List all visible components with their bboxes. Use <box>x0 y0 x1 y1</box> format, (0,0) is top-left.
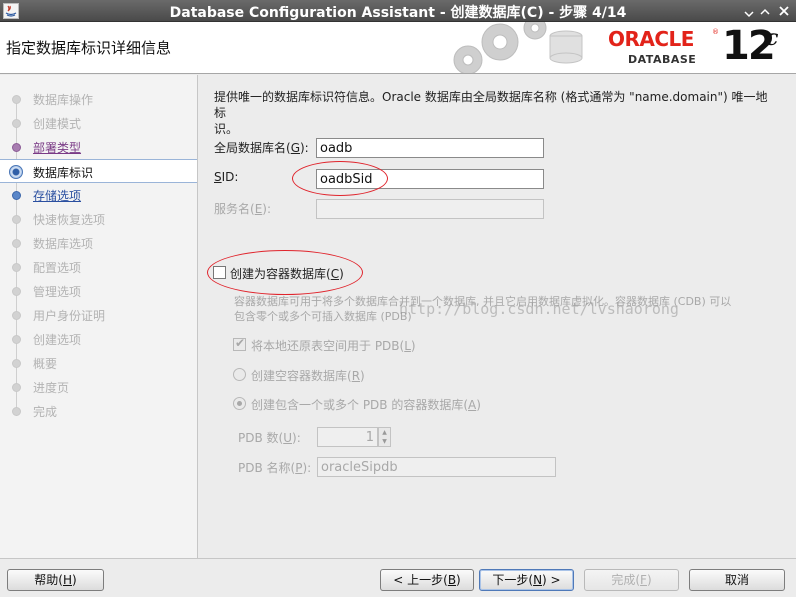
pdb-name-label: PDB 名称(P): <box>238 461 312 475</box>
service-name-input[interactable] <box>316 199 544 219</box>
step-indicator-icon <box>12 143 21 152</box>
window-title: Database Configuration Assistant - 创建数据库… <box>169 5 627 21</box>
nav-step-4[interactable]: 数据库标识 <box>0 159 197 183</box>
spinner-up-icon[interactable]: ▲ <box>379 428 390 437</box>
nav-step-label: 创建模式 <box>33 117 82 131</box>
registered-mark: ® <box>712 28 719 36</box>
version-suffix: c <box>765 25 779 51</box>
intro-line-2: 识。 <box>214 122 239 136</box>
oracle-database-caption: DATABASE <box>628 53 697 66</box>
nav-step-2: 创建模式 <box>0 111 197 135</box>
cdb-with-pdb-label[interactable]: 创建包含一个或多个 PDB 的容器数据库(A) <box>251 396 481 413</box>
blog-watermark: http://blog.csdn.net/lvshaorong <box>399 300 679 318</box>
sid-input[interactable]: oadbSid <box>316 169 544 189</box>
step-indicator-icon <box>12 263 21 272</box>
intro-text: 提供唯一的数据库标识符信息。Oracle 数据库由全局数据库名称 (格式通常为 … <box>214 89 779 137</box>
nav-step-7: 数据库选项 <box>0 231 197 255</box>
step-indicator-icon <box>12 239 21 248</box>
next-button[interactable]: 下一步(N) > <box>479 569 574 591</box>
step-indicator-icon <box>12 359 21 368</box>
finish-button[interactable]: 完成(F) <box>584 569 679 591</box>
cancel-button[interactable]: 取消 <box>689 569 785 591</box>
help-button[interactable]: 帮助(H) <box>7 569 104 591</box>
step-indicator-icon <box>9 165 23 179</box>
nav-step-label: 创建选项 <box>33 333 82 347</box>
create-container-db-checkbox[interactable] <box>213 266 226 279</box>
minimize-icon[interactable] <box>742 3 756 19</box>
nav-step-14: 完成 <box>0 399 197 423</box>
global-db-name-label: 全局数据库名(G): <box>214 141 309 155</box>
maximize-icon[interactable] <box>758 3 772 19</box>
nav-step-1: 数据库操作 <box>0 87 197 111</box>
nav-step-label: 存储选项 <box>33 189 82 203</box>
spinner-down-icon[interactable]: ▼ <box>379 437 390 446</box>
oracle-logo: ORACLE <box>608 27 694 51</box>
back-button[interactable]: < 上一步(B) <box>380 569 474 591</box>
pdb-count-label: PDB 数(U): <box>238 431 301 445</box>
nav-step-6: 快速恢复选项 <box>0 207 197 231</box>
nav-step-label: 进度页 <box>33 381 70 395</box>
nav-step-label: 快速恢复选项 <box>33 213 106 227</box>
step-indicator-icon <box>12 311 21 320</box>
step-indicator-icon <box>12 407 21 416</box>
empty-cdb-label[interactable]: 创建空容器数据库(R) <box>251 367 365 384</box>
nav-step-10: 用户身份证明 <box>0 303 197 327</box>
step-indicator-icon <box>12 215 21 224</box>
cdb-with-pdb-radio[interactable] <box>233 397 246 410</box>
gears-graphic-icon <box>453 22 583 73</box>
nav-step-12: 概要 <box>0 351 197 375</box>
nav-step-label: 数据库标识 <box>33 166 94 180</box>
button-bar: 帮助(H) < 上一步(B) 下一步(N) > 完成(F) 取消 <box>0 558 796 597</box>
step-indicator-icon <box>12 95 21 104</box>
title-bar[interactable]: Database Configuration Assistant - 创建数据库… <box>0 0 796 22</box>
page-title: 指定数据库标识详细信息 <box>6 39 172 57</box>
service-name-label: 服务名(E): <box>214 202 272 216</box>
header-banner: 指定数据库标识详细信息 ORACLE ® DATABASE 12 c <box>0 22 796 74</box>
nav-step-9: 管理选项 <box>0 279 197 303</box>
nav-step-label: 数据库选项 <box>33 237 94 251</box>
pdb-count-input[interactable]: 1 <box>317 427 378 447</box>
nav-step-label: 数据库操作 <box>33 93 94 107</box>
close-icon[interactable] <box>777 3 791 19</box>
nav-step-label: 概要 <box>33 357 58 371</box>
sid-label: SID: <box>214 170 239 184</box>
pdb-count-spinner[interactable]: ▲ ▼ <box>378 427 391 447</box>
nav-step-5[interactable]: 存储选项 <box>0 183 197 207</box>
nav-step-label: 配置选项 <box>33 261 82 275</box>
nav-step-13: 进度页 <box>0 375 197 399</box>
nav-step-label: 用户身份证明 <box>33 309 106 323</box>
step-indicator-icon <box>12 383 21 392</box>
step-indicator-icon <box>12 191 21 200</box>
nav-step-8: 配置选项 <box>0 255 197 279</box>
local-undo-checkbox[interactable]: ✔ <box>233 336 246 351</box>
global-db-name-input[interactable]: oadb <box>316 138 544 158</box>
step-indicator-icon <box>12 119 21 128</box>
step-navigation: 数据库操作创建模式部署类型数据库标识存储选项快速恢复选项 数据库选项配置选项管理选… <box>0 75 198 558</box>
intro-line-1: 提供唯一的数据库标识符信息。Oracle 数据库由全局数据库名称 (格式通常为 … <box>214 90 768 120</box>
local-undo-label[interactable]: 将本地还原表空间用于 PDB(L) <box>251 337 416 354</box>
nav-step-label: 管理选项 <box>33 285 82 299</box>
dbca-window: Database Configuration Assistant - 创建数据库… <box>0 0 796 597</box>
empty-cdb-radio[interactable] <box>233 368 246 381</box>
nav-step-11: 创建选项 <box>0 327 197 351</box>
step-indicator-icon <box>12 287 21 296</box>
step-indicator-icon <box>12 335 21 344</box>
nav-step-label: 部署类型 <box>33 141 82 155</box>
pdb-name-input[interactable]: oracleSipdb <box>317 457 556 477</box>
nav-step-3[interactable]: 部署类型 <box>0 135 197 159</box>
create-container-db-label[interactable]: 创建为容器数据库(C) <box>230 265 344 282</box>
main-panel: 提供唯一的数据库标识符信息。Oracle 数据库由全局数据库名称 (格式通常为 … <box>199 75 796 558</box>
nav-step-label: 完成 <box>33 405 58 419</box>
